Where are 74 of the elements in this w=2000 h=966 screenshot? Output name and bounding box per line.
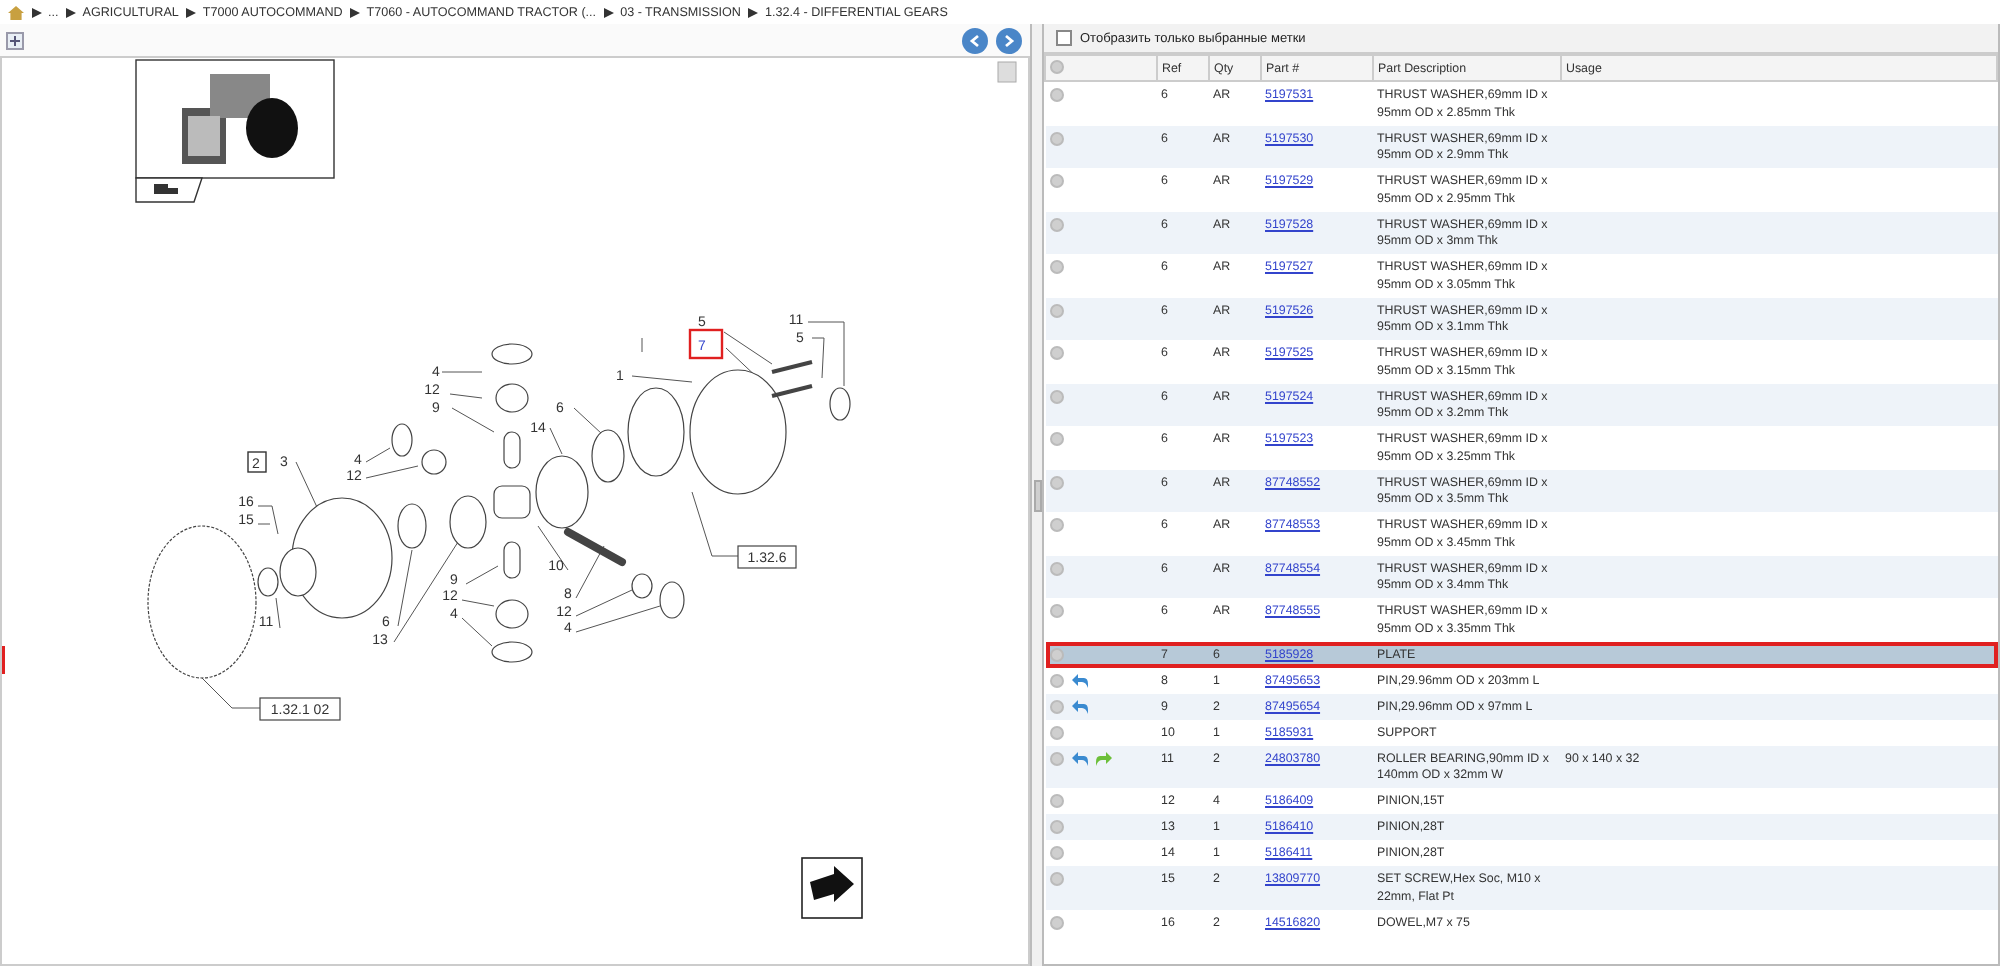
caret-icon [748, 7, 759, 17]
pin [503, 541, 521, 579]
home-icon[interactable] [8, 5, 24, 19]
washer [591, 429, 625, 483]
forward-arrow-icon[interactable] [1095, 751, 1111, 765]
transmission-drawing [182, 74, 298, 164]
washer [397, 503, 427, 549]
back-arrow-icon[interactable] [1071, 751, 1087, 765]
back-arrow-icon[interactable] [1071, 699, 1087, 713]
housing-hub [279, 547, 317, 597]
caret-icon [604, 7, 615, 17]
panel-toggle-icon[interactable] [6, 31, 24, 49]
view-toggle-button[interactable] [997, 61, 1017, 83]
pin [503, 431, 521, 469]
washer [659, 581, 685, 619]
chevron-left-icon [968, 33, 982, 47]
add-icon[interactable] [1049, 561, 1063, 575]
flange-hub [689, 369, 787, 495]
leader-line [441, 371, 483, 373]
bolt [771, 360, 813, 374]
add-icon[interactable] [1049, 346, 1063, 360]
leader-line [537, 525, 569, 571]
add-icon[interactable] [1049, 131, 1063, 145]
truck-icon [154, 184, 178, 194]
bolt [771, 384, 813, 398]
washer [829, 387, 851, 421]
spider-block [493, 485, 531, 519]
side-gear [535, 455, 589, 529]
add-icon[interactable] [1049, 88, 1063, 102]
splitter-handle[interactable] [1033, 479, 1041, 511]
caret-icon [186, 7, 197, 17]
leader-line [451, 407, 495, 433]
add-icon[interactable] [1049, 217, 1063, 231]
add-icon[interactable] [1049, 432, 1063, 446]
add-all-icon[interactable] [1050, 59, 1064, 73]
leader-line [723, 331, 773, 365]
pinion-gear [421, 449, 447, 475]
add-icon[interactable] [1049, 303, 1063, 317]
washer [391, 423, 413, 457]
caret-icon [66, 7, 77, 17]
washer [257, 567, 279, 597]
back-arrow-icon[interactable] [1071, 673, 1087, 687]
add-icon[interactable] [1049, 915, 1063, 929]
leader-line [631, 375, 693, 383]
add-icon[interactable] [1049, 174, 1063, 188]
washer [491, 343, 533, 365]
add-icon[interactable] [1049, 389, 1063, 403]
add-icon[interactable] [1049, 604, 1063, 618]
back-button[interactable] [962, 27, 988, 53]
pinion-gear [631, 573, 653, 599]
pin [564, 528, 626, 566]
caret-icon [32, 7, 42, 17]
add-icon[interactable] [1049, 518, 1063, 532]
add-icon[interactable] [1049, 260, 1063, 274]
bearing [627, 387, 685, 477]
chevron-right-icon [1002, 33, 1016, 47]
leader-line [201, 677, 261, 709]
washer [491, 641, 533, 663]
pinion-gear [495, 383, 529, 413]
pinion-gear [495, 599, 529, 629]
leader-line [691, 491, 739, 557]
differential-housing [291, 497, 393, 619]
caret-icon [350, 7, 361, 17]
leader-line [549, 427, 563, 455]
forward-button[interactable] [996, 27, 1022, 53]
position-marker [2, 646, 5, 674]
leader-line [449, 393, 483, 399]
leader-line [641, 337, 643, 353]
checkbox[interactable] [1056, 30, 1072, 46]
add-icon[interactable] [1049, 475, 1063, 489]
leader-line [275, 597, 281, 629]
leader-line [465, 565, 499, 585]
leader-line [573, 407, 603, 435]
pinion-gear [449, 495, 487, 549]
